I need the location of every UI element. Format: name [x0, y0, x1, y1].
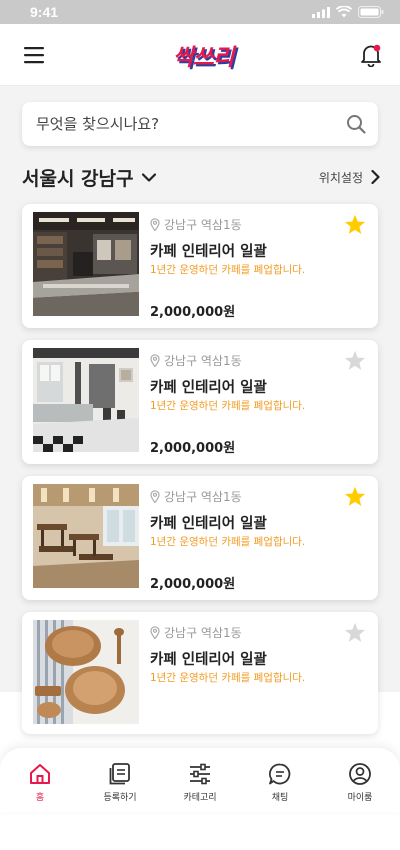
app-header: 싹쓰리 [0, 24, 400, 86]
status-icons [312, 6, 384, 18]
listing-title: 카페 인테리어 일괄 [150, 516, 267, 532]
listing-location-text: 강남구 역삼1동 [164, 354, 242, 368]
search-input[interactable] [36, 115, 326, 133]
listing-description: 1년간 운영하던 카페를 폐업합니다. [150, 400, 306, 412]
location-row: 서울시 강남구 위치설정 [22, 160, 380, 194]
location-pin-icon [150, 354, 160, 367]
listing-photo [33, 348, 139, 452]
location-settings-label: 위치설정 [318, 170, 363, 185]
battery-icon [358, 6, 384, 18]
listing-location: 강남구 역삼1동 [150, 352, 242, 369]
listing-price: 2,000,000원 [150, 577, 236, 592]
listing-location-text: 강남구 역삼1동 [164, 490, 242, 504]
listing-photo [33, 620, 139, 724]
nav-item-category[interactable]: 카테고리 [165, 762, 235, 803]
notification-dot [373, 44, 381, 51]
star-icon[interactable] [344, 214, 366, 235]
nav-item-label: 채팅 [271, 793, 289, 803]
listing-location-text: 강남구 역삼1동 [164, 218, 242, 232]
listing-photo [33, 484, 139, 588]
hamburger-icon[interactable] [24, 46, 46, 64]
nav-item-register[interactable]: 등록하기 [85, 762, 155, 803]
listing-location: 강남구 역삼1동 [150, 624, 242, 641]
nav-item-label: 카테고리 [183, 793, 217, 803]
user-icon [349, 763, 371, 785]
listing-card[interactable]: 강남구 역삼1동 카페 인테리어 일괄 1년간 운영하던 카페를 폐업합니다. … [22, 476, 378, 600]
listing-card[interactable]: 강남구 역삼1동 카페 인테리어 일괄 1년간 운영하던 카페를 폐업합니다. [22, 612, 378, 734]
location-pin-icon [150, 218, 160, 231]
nav-item-myroom[interactable]: 마이룸 [325, 762, 395, 803]
listing-photo [33, 212, 139, 316]
listing-title: 카페 인테리어 일괄 [150, 380, 267, 396]
nav-item-home[interactable]: 홈 [5, 762, 75, 803]
chevron-down-icon [141, 172, 156, 182]
status-time: 9:41 [30, 4, 59, 20]
listing-card[interactable]: 강남구 역삼1동 카페 인테리어 일괄 1년간 운영하던 카페를 폐업합니다. … [22, 340, 378, 464]
listing-location-text: 강남구 역삼1동 [164, 626, 242, 640]
nav-item-chat[interactable]: 채팅 [245, 762, 315, 803]
nav-item-label: 홈 [35, 793, 45, 803]
chevron-right-icon [371, 170, 380, 184]
star-icon[interactable] [344, 350, 366, 371]
location-pin-icon [150, 626, 160, 639]
chat-icon [269, 763, 291, 785]
bell-icon[interactable] [360, 43, 382, 67]
location-selector[interactable]: 서울시 강남구 [22, 164, 156, 191]
status-bar: 9:41 [0, 0, 400, 24]
star-icon[interactable] [344, 486, 366, 507]
brand-logo[interactable]: 싹쓰리 [173, 38, 234, 72]
listing-location: 강남구 역삼1동 [150, 216, 242, 233]
register-icon [109, 763, 130, 785]
signal-icon [312, 6, 330, 18]
search-bar[interactable] [22, 102, 378, 146]
home-icon [30, 764, 50, 784]
bottom-navigation: 홈 등록하기 카테고리 채팅 마이룸 [0, 748, 400, 812]
listing-card[interactable]: 강남구 역삼1동 카페 인테리어 일괄 1년간 운영하던 카페를 폐업합니다. … [22, 204, 378, 328]
category-icon [190, 763, 210, 785]
star-icon[interactable] [344, 622, 366, 643]
listing-description: 1년간 운영하던 카페를 폐업합니다. [150, 536, 306, 548]
location-title: 서울시 강남구 [22, 167, 134, 190]
wifi-icon [336, 6, 352, 18]
listing-location: 강남구 역삼1동 [150, 488, 242, 505]
listing-description: 1년간 운영하던 카페를 폐업합니다. [150, 672, 306, 684]
listing-title: 카페 인테리어 일괄 [150, 244, 267, 260]
nav-item-label: 등록하기 [103, 793, 137, 803]
search-icon[interactable] [346, 114, 366, 134]
listing-title: 카페 인테리어 일괄 [150, 652, 267, 668]
location-pin-icon [150, 490, 160, 503]
location-settings-link[interactable]: 위치설정 [319, 169, 380, 186]
listing-description: 1년간 운영하던 카페를 폐업합니다. [150, 264, 306, 276]
nav-item-label: 마이룸 [347, 793, 373, 803]
listing-price: 2,000,000원 [150, 441, 236, 456]
listing-price: 2,000,000원 [150, 305, 236, 320]
